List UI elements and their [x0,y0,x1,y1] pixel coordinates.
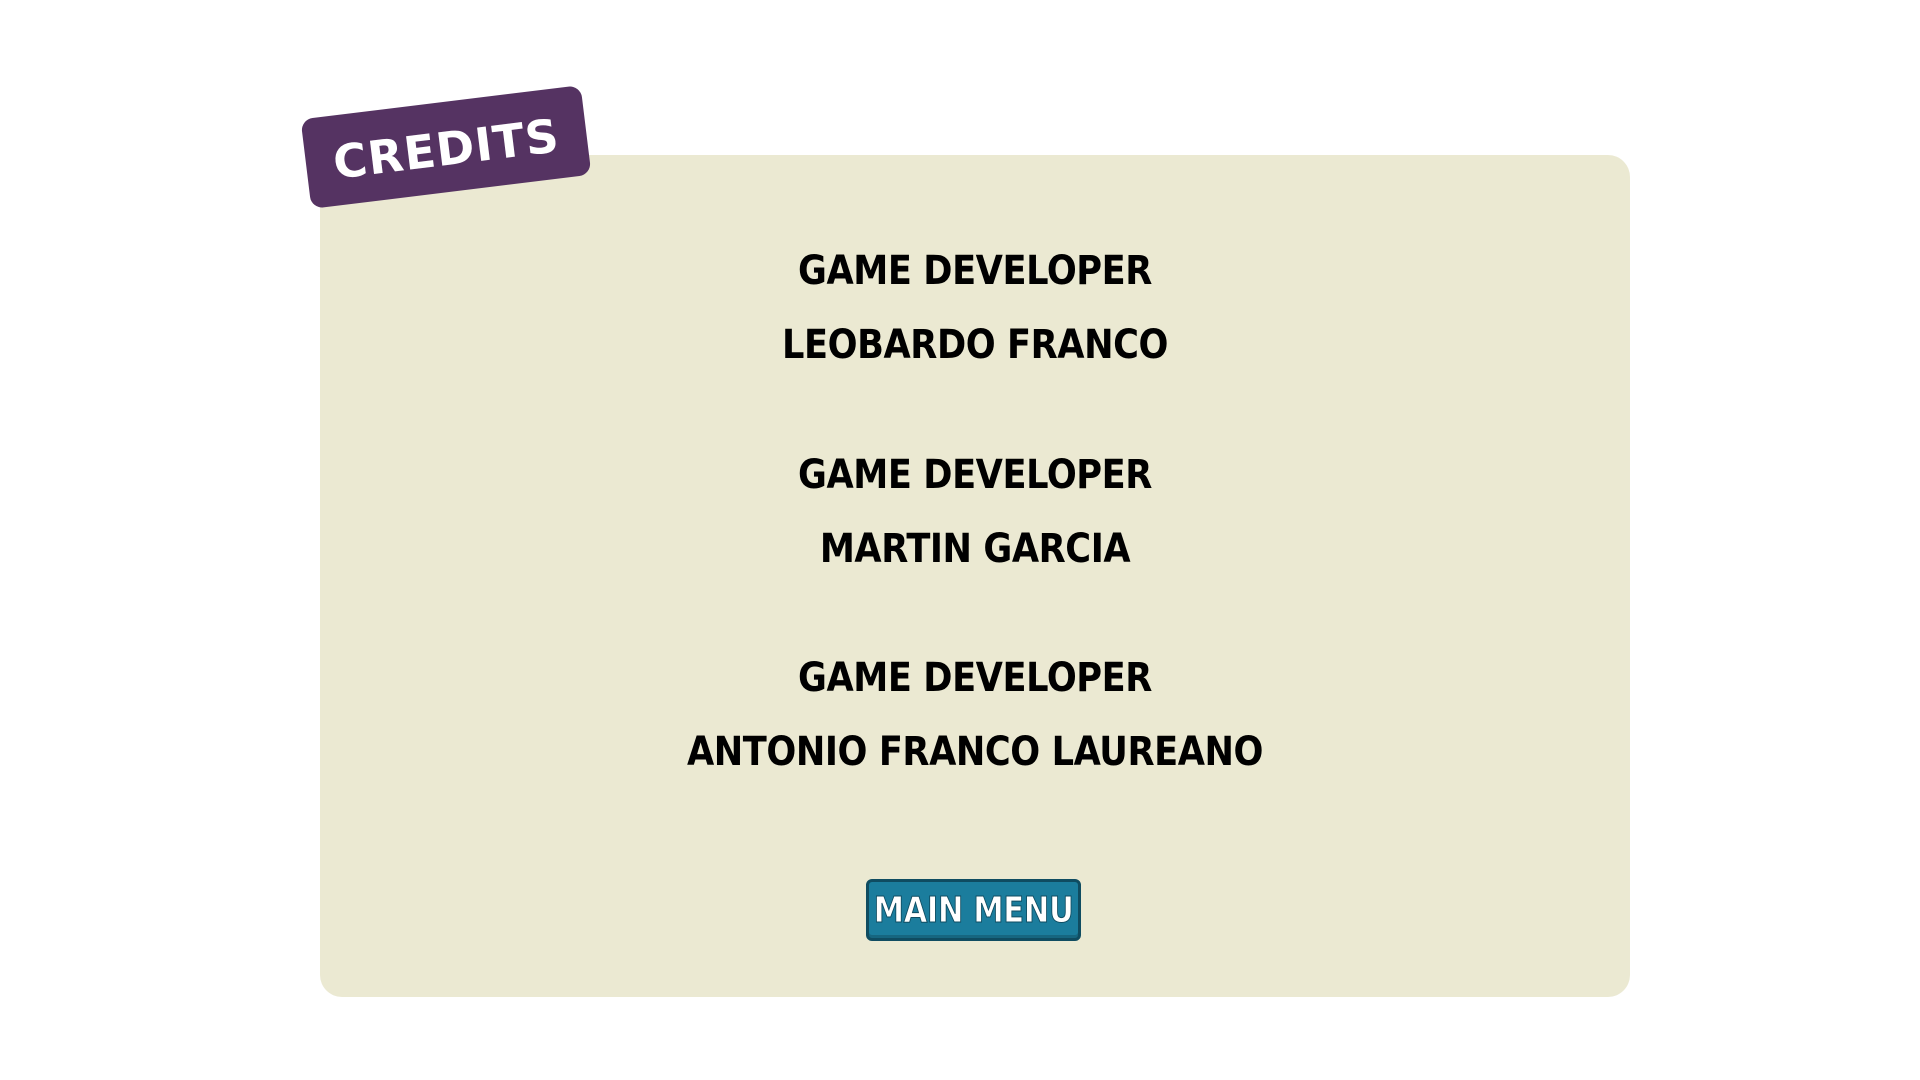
main-menu-button-label: MAIN MENU [873,889,1074,931]
credit-name-2: MARTIN GARCIA [819,526,1131,572]
credits-title: CREDITS [330,108,563,190]
credit-role-2: GAME DEVELOPER [798,452,1152,498]
credit-name-1: LEOBARDO FRANCO [782,322,1168,368]
main-menu-button[interactable]: MAIN MENU [866,879,1081,941]
credit-role-1: GAME DEVELOPER [798,248,1152,294]
credit-role-3: GAME DEVELOPER [798,655,1152,701]
credit-name-3: ANTONIO FRANCO LAUREANO [686,729,1264,775]
